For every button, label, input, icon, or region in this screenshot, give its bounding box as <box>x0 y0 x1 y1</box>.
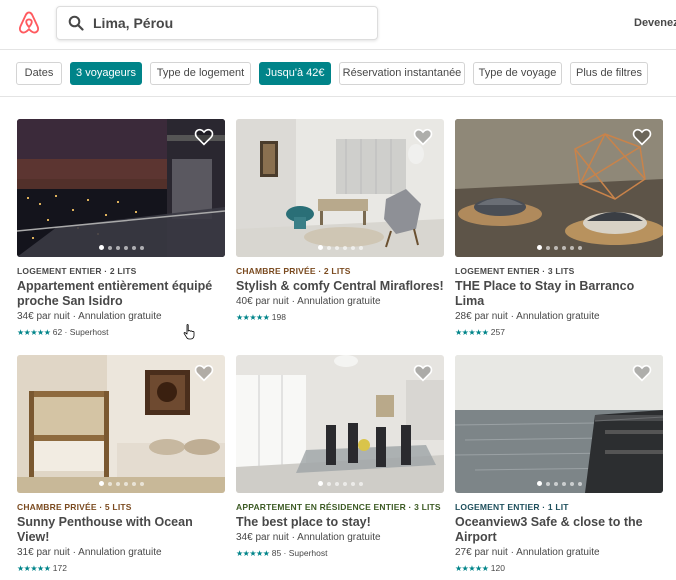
heart-icon[interactable] <box>632 364 652 382</box>
carousel-dots[interactable] <box>17 245 225 250</box>
rating-stars: ★★★★★ <box>236 549 270 558</box>
filter-instant-book-button[interactable]: Réservation instantanée <box>339 62 465 85</box>
review-count: 257 <box>490 327 505 337</box>
listing-card[interactable]: Logement entier · 3 lits THE Place to St… <box>455 119 663 338</box>
review-count: 62 · Superhost <box>52 327 109 337</box>
top-header: Lima, Pérou Devenez <box>0 0 676 50</box>
filter-bar: Dates 3 voyageurs Type de logement Jusqu… <box>0 51 676 97</box>
carousel-dots[interactable] <box>236 245 444 250</box>
listing-card[interactable]: Chambre privée · 2 lits Stylish & comfy … <box>236 119 444 323</box>
heart-icon[interactable] <box>413 128 433 146</box>
rating-stars: ★★★★★ <box>455 328 489 337</box>
carousel-dots[interactable] <box>455 245 663 250</box>
listing-type: Logement entier · 1 lit <box>455 502 569 512</box>
filter-room-type-button[interactable]: Type de logement <box>150 62 251 85</box>
listing-photo[interactable] <box>17 119 225 257</box>
listing-rating: ★★★★★ 198 <box>236 312 444 323</box>
listing-title[interactable]: Sunny Penthouse with Ocean View! <box>17 515 225 545</box>
listing-type: Appartement en résidence entier · 3 lits <box>236 502 441 512</box>
heart-icon[interactable] <box>194 364 214 382</box>
search-bar[interactable]: Lima, Pérou <box>56 6 378 40</box>
listing-photo[interactable] <box>236 355 444 493</box>
listing-title[interactable]: The best place to stay! <box>236 515 444 530</box>
listing-card[interactable]: Logement entier · 2 lits Appartement ent… <box>17 119 225 338</box>
listing-title[interactable]: THE Place to Stay in Barranco Lima <box>455 279 663 309</box>
listing-photo[interactable] <box>455 355 663 493</box>
listing-price: 31€ par nuit · Annulation gratuite <box>17 547 162 558</box>
filter-dates-button[interactable]: Dates <box>16 62 62 85</box>
rating-stars: ★★★★★ <box>17 328 51 337</box>
heart-icon[interactable] <box>413 364 433 382</box>
review-count: 120 <box>490 563 505 573</box>
filter-trip-type-button[interactable]: Type de voyage <box>473 62 562 85</box>
listing-price: 40€ par nuit · Annulation gratuite <box>236 296 381 307</box>
listing-title[interactable]: Oceanview3 Safe & close to the Airport <box>455 515 663 545</box>
search-input[interactable]: Lima, Pérou <box>93 15 173 31</box>
listing-price: 34€ par nuit · Annulation gratuite <box>17 311 162 322</box>
airbnb-logo[interactable] <box>16 10 42 36</box>
listing-photo[interactable] <box>455 119 663 257</box>
heart-icon[interactable] <box>194 128 214 146</box>
review-count: 172 <box>52 563 67 573</box>
review-count: 198 <box>271 312 286 322</box>
listing-rating: ★★★★★ 85 · Superhost <box>236 548 444 559</box>
listing-rating: ★★★★★ 257 <box>455 327 663 338</box>
become-host-link[interactable]: Devenez <box>634 17 676 29</box>
heart-icon[interactable] <box>632 128 652 146</box>
listing-type: Chambre privée · 5 lits <box>17 502 132 512</box>
listing-price: 28€ par nuit · Annulation gratuite <box>455 311 600 322</box>
listing-rating: ★★★★★ 120 <box>455 563 663 574</box>
filter-guests-button[interactable]: 3 voyageurs <box>70 62 142 85</box>
filter-more-button[interactable]: Plus de filtres <box>570 62 648 85</box>
rating-stars: ★★★★★ <box>236 313 270 322</box>
listing-price: 34€ par nuit · Annulation gratuite <box>236 532 381 543</box>
search-icon <box>68 15 84 31</box>
listing-title[interactable]: Appartement entièrement équipé proche Sa… <box>17 279 225 309</box>
listing-type: Logement entier · 2 lits <box>17 266 137 276</box>
listing-rating: ★★★★★ 172 <box>17 563 225 574</box>
listing-card[interactable]: Appartement en résidence entier · 3 lits… <box>236 355 444 559</box>
review-count: 85 · Superhost <box>271 548 328 558</box>
pointer-hand-icon <box>183 324 195 340</box>
carousel-dots[interactable] <box>455 481 663 486</box>
listing-type: Logement entier · 3 lits <box>455 266 575 276</box>
listing-photo[interactable] <box>17 355 225 493</box>
listing-photo[interactable] <box>236 119 444 257</box>
listing-title[interactable]: Stylish & comfy Central Miraflores! <box>236 279 444 294</box>
listing-card[interactable]: Chambre privée · 5 lits Sunny Penthouse … <box>17 355 225 574</box>
carousel-dots[interactable] <box>17 481 225 486</box>
listing-type: Chambre privée · 2 lits <box>236 266 351 276</box>
rating-stars: ★★★★★ <box>17 564 51 573</box>
rating-stars: ★★★★★ <box>455 564 489 573</box>
carousel-dots[interactable] <box>236 481 444 486</box>
listing-price: 27€ par nuit · Annulation gratuite <box>455 547 600 558</box>
listing-card[interactable]: Logement entier · 1 lit Oceanview3 Safe … <box>455 355 663 574</box>
filter-price-button[interactable]: Jusqu'à 42€ <box>259 62 331 85</box>
